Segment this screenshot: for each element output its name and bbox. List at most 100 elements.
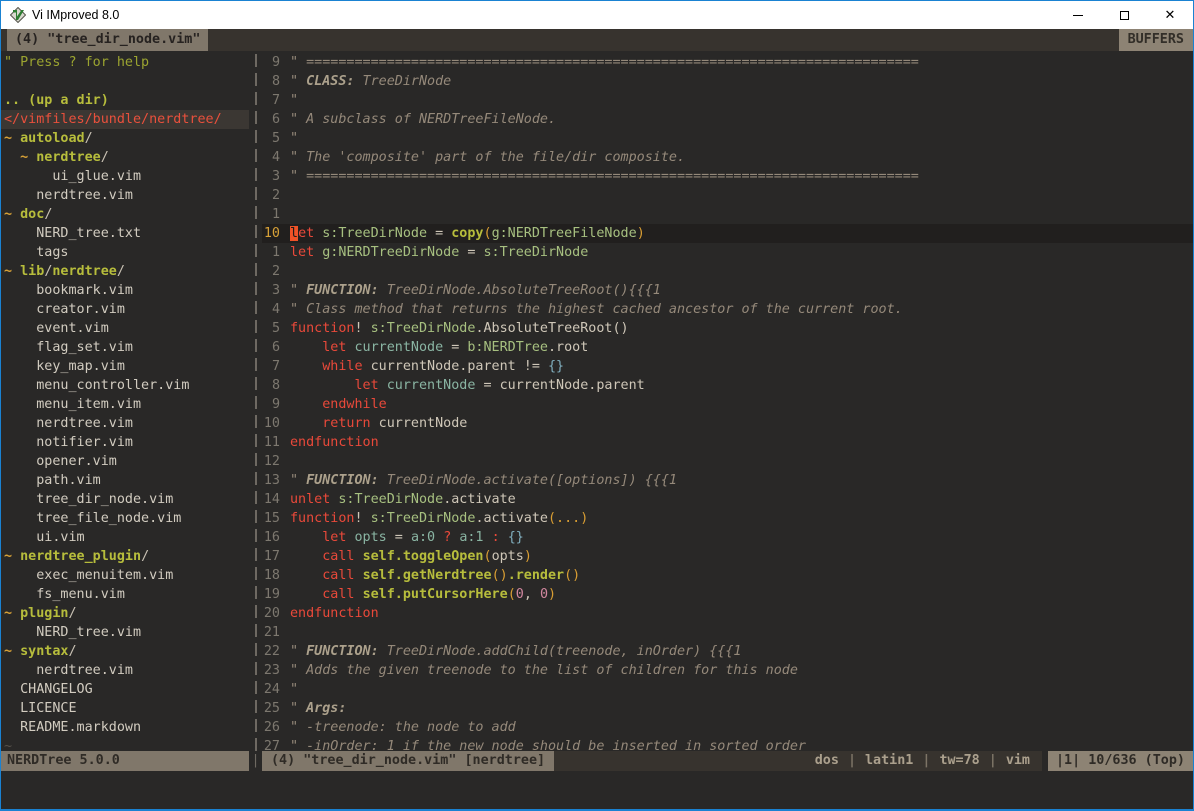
nerdtree-item[interactable]: " Press ? for help bbox=[1, 53, 249, 72]
nerdtree-item[interactable]: NERD_tree.vim bbox=[1, 623, 249, 642]
code-line[interactable]: 3" =====================================… bbox=[262, 167, 1193, 186]
line-number: 4 bbox=[262, 148, 290, 167]
nerdtree-item[interactable]: ~ lib/nerdtree/ bbox=[1, 262, 249, 281]
nerdtree-item[interactable]: ~ autoload/ bbox=[1, 129, 249, 148]
nerdtree-item[interactable]: opener.vim bbox=[1, 452, 249, 471]
code-line[interactable]: 7 while currentNode.parent != {} bbox=[262, 357, 1193, 376]
nerdtree-item[interactable]: flag_set.vim bbox=[1, 338, 249, 357]
line-number: 10 bbox=[262, 414, 290, 433]
nerdtree-item[interactable]: ~ nerdtree_plugin/ bbox=[1, 547, 249, 566]
nerdtree-item[interactable]: CHANGELOG bbox=[1, 680, 249, 699]
code-line[interactable]: 10let s:TreeDirNode = copy(g:NERDTreeFil… bbox=[262, 224, 1193, 243]
code-line[interactable]: 11endfunction bbox=[262, 433, 1193, 452]
code-line[interactable]: 23" Adds the given treenode to the list … bbox=[262, 661, 1193, 680]
close-button[interactable]: ✕ bbox=[1147, 1, 1193, 29]
nerdtree-item[interactable] bbox=[1, 72, 249, 91]
code-line[interactable]: 5" bbox=[262, 129, 1193, 148]
nerdtree-item[interactable]: LICENCE bbox=[1, 699, 249, 718]
minimize-button[interactable] bbox=[1055, 1, 1101, 29]
nerdtree-item[interactable]: nerdtree.vim bbox=[1, 414, 249, 433]
code-line[interactable]: 26" -treenode: the node to add bbox=[262, 718, 1193, 737]
nerdtree-item[interactable]: ~ doc/ bbox=[1, 205, 249, 224]
nerdtree-item[interactable]: tags bbox=[1, 243, 249, 262]
window-split-separator[interactable] bbox=[249, 51, 262, 751]
nerdtree-item[interactable]: .. (up a dir) bbox=[1, 91, 249, 110]
window-controls: ✕ bbox=[1055, 1, 1193, 29]
nerdtree-item[interactable]: creator.vim bbox=[1, 300, 249, 319]
line-number: 3 bbox=[262, 281, 290, 300]
buffers-label[interactable]: BUFFERS bbox=[1119, 29, 1193, 51]
nerdtree-item[interactable]: fs_menu.vim bbox=[1, 585, 249, 604]
code-line[interactable]: 6" A subclass of NERDTreeFileNode. bbox=[262, 110, 1193, 129]
nerdtree-item[interactable]: path.vim bbox=[1, 471, 249, 490]
nerdtree-item[interactable]: NERD_tree.txt bbox=[1, 224, 249, 243]
nerdtree-item[interactable]: ~ syntax/ bbox=[1, 642, 249, 661]
code-line[interactable]: 8" CLASS: TreeDirNode bbox=[262, 72, 1193, 91]
code-line[interactable]: 15function! s:TreeDirNode.activate(...) bbox=[262, 509, 1193, 528]
code-line[interactable]: 9" =====================================… bbox=[262, 53, 1193, 72]
status-flag: tw=78 bbox=[939, 753, 979, 768]
nerdtree-item[interactable]: ~ bbox=[1, 737, 249, 751]
code-line[interactable]: 10 return currentNode bbox=[262, 414, 1193, 433]
code-line[interactable]: 6 let currentNode = b:NERDTree.root bbox=[262, 338, 1193, 357]
code-line[interactable]: 16 let opts = a:0 ? a:1 : {} bbox=[262, 528, 1193, 547]
code-line[interactable]: 3" FUNCTION: TreeDirNode.AbsoluteTreeRoo… bbox=[262, 281, 1193, 300]
code-line[interactable]: 8 let currentNode = currentNode.parent bbox=[262, 376, 1193, 395]
nerdtree-item[interactable]: ui_glue.vim bbox=[1, 167, 249, 186]
nerdtree-item[interactable]: menu_controller.vim bbox=[1, 376, 249, 395]
tab-tree-dir-node[interactable]: (4) "tree_dir_node.vim" bbox=[7, 29, 208, 51]
statusline-flags: dos|latin1|tw=78|vim bbox=[554, 751, 1042, 771]
nerdtree-statusline: NERDTree 5.0.0 bbox=[1, 751, 249, 771]
tabline-fill bbox=[208, 29, 1118, 51]
nerdtree-item[interactable]: menu_item.vim bbox=[1, 395, 249, 414]
code-line[interactable]: 19 call self.putCursorHere(0, 0) bbox=[262, 585, 1193, 604]
code-line[interactable]: 4" The 'composite' part of the file/dir … bbox=[262, 148, 1193, 167]
code-line[interactable]: 7" bbox=[262, 91, 1193, 110]
nerdtree-item[interactable]: key_map.vim bbox=[1, 357, 249, 376]
nerdtree-item[interactable]: ui.vim bbox=[1, 528, 249, 547]
code-line[interactable]: 21 bbox=[262, 623, 1193, 642]
titlebar[interactable]: Vi IMproved 8.0 ✕ bbox=[1, 1, 1193, 29]
nerdtree-item[interactable]: </vimfiles/bundle/nerdtree/ bbox=[1, 110, 249, 129]
nerdtree-item[interactable]: exec_menuitem.vim bbox=[1, 566, 249, 585]
code-line[interactable]: 5function! s:TreeDirNode.AbsoluteTreeRoo… bbox=[262, 319, 1193, 338]
nerdtree-panel: " Press ? for help .. (up a dir)</vimfile… bbox=[1, 51, 249, 751]
code-line[interactable]: 9 endwhile bbox=[262, 395, 1193, 414]
nerdtree-item[interactable]: nerdtree.vim bbox=[1, 186, 249, 205]
line-number: 5 bbox=[262, 129, 290, 148]
code-line[interactable]: 20endfunction bbox=[262, 604, 1193, 623]
code-line[interactable]: 12 bbox=[262, 452, 1193, 471]
code-line[interactable]: 4" Class method that returns the highest… bbox=[262, 300, 1193, 319]
nerdtree-item[interactable]: tree_dir_node.vim bbox=[1, 490, 249, 509]
nerdtree-item[interactable]: tree_file_node.vim bbox=[1, 509, 249, 528]
tabline: (4) "tree_dir_node.vim" BUFFERS bbox=[1, 29, 1193, 51]
nerdtree-item[interactable]: bookmark.vim bbox=[1, 281, 249, 300]
line-number: 6 bbox=[262, 338, 290, 357]
nerdtree-item[interactable]: notifier.vim bbox=[1, 433, 249, 452]
line-number: 18 bbox=[262, 566, 290, 585]
code-line[interactable]: 2 bbox=[262, 186, 1193, 205]
code-line[interactable]: 1let g:NERDTreeDirNode = s:TreeDirNode bbox=[262, 243, 1193, 262]
line-number: 23 bbox=[262, 661, 290, 680]
code-line[interactable]: 18 call self.getNerdtree().render() bbox=[262, 566, 1193, 585]
status-flag-separator: | bbox=[922, 753, 930, 768]
code-line[interactable]: 14unlet s:TreeDirNode.activate bbox=[262, 490, 1193, 509]
code-line[interactable]: 27" -inOrder: 1 if the new node should b… bbox=[262, 737, 1193, 751]
code-line[interactable]: 2 bbox=[262, 262, 1193, 281]
code-line[interactable]: 22" FUNCTION: TreeDirNode.addChild(treen… bbox=[262, 642, 1193, 661]
nerdtree-item[interactable]: event.vim bbox=[1, 319, 249, 338]
code-line[interactable]: 24" bbox=[262, 680, 1193, 699]
code-line[interactable]: 1 bbox=[262, 205, 1193, 224]
nerdtree-item[interactable]: nerdtree.vim bbox=[1, 661, 249, 680]
maximize-button[interactable] bbox=[1101, 1, 1147, 29]
nerdtree-item[interactable]: README.markdown bbox=[1, 718, 249, 737]
line-number: 8 bbox=[262, 376, 290, 395]
command-line[interactable] bbox=[1, 771, 1193, 809]
code-line[interactable]: 17 call self.toggleOpen(opts) bbox=[262, 547, 1193, 566]
nerdtree-item[interactable]: ~ nerdtree/ bbox=[1, 148, 249, 167]
line-number: 26 bbox=[262, 718, 290, 737]
statusline-separator: | bbox=[249, 751, 262, 771]
code-line[interactable]: 13" FUNCTION: TreeDirNode.activate([opti… bbox=[262, 471, 1193, 490]
nerdtree-item[interactable]: ~ plugin/ bbox=[1, 604, 249, 623]
code-line[interactable]: 25" Args: bbox=[262, 699, 1193, 718]
